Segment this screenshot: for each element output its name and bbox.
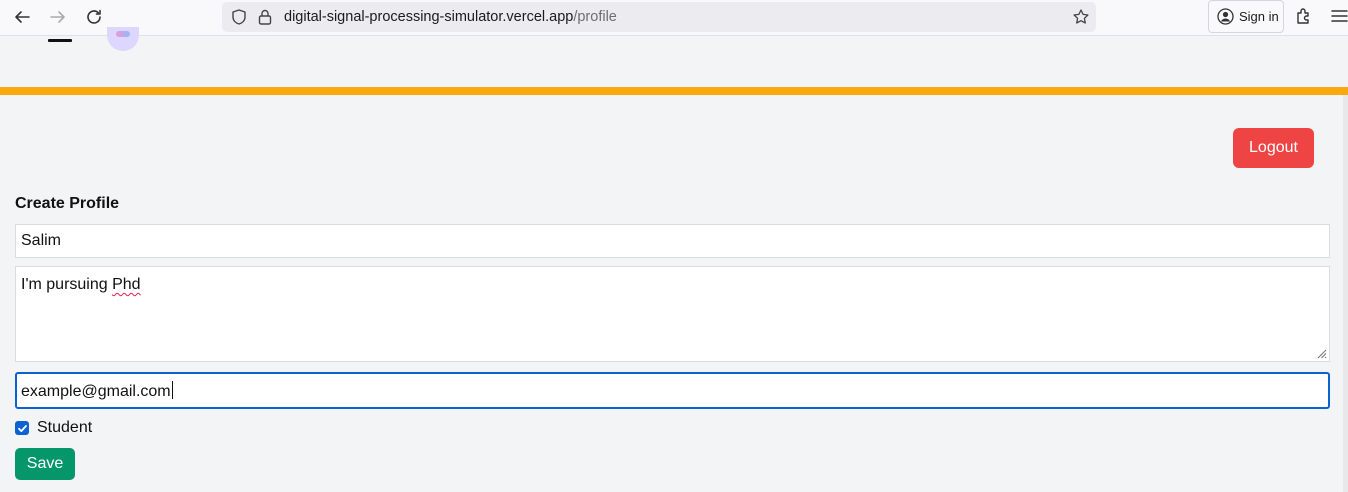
sign-in-label: Sign in xyxy=(1239,9,1279,24)
extensions-icon[interactable] xyxy=(1294,6,1314,26)
name-input[interactable]: Salim xyxy=(15,224,1330,258)
bio-textarea[interactable]: I'm pursuing Phd xyxy=(15,266,1330,362)
reload-icon xyxy=(87,9,101,24)
back-button[interactable] xyxy=(8,4,36,30)
resize-grip-icon[interactable] xyxy=(1315,347,1327,359)
back-icon xyxy=(15,11,30,23)
student-checkbox[interactable] xyxy=(15,421,29,435)
app-logo[interactable] xyxy=(107,27,139,51)
hamburger-menu-icon[interactable] xyxy=(48,39,72,43)
bio-text: I'm pursuing xyxy=(21,276,113,293)
student-option[interactable]: Student xyxy=(15,418,92,438)
forward-icon xyxy=(50,11,65,23)
url-path: /profile xyxy=(573,9,617,25)
reload-button[interactable] xyxy=(80,4,108,30)
browser-toolbar: digital-signal-processing-simulator.verc… xyxy=(0,0,1348,36)
bookmark-star-icon[interactable] xyxy=(1072,8,1090,26)
shield-icon[interactable] xyxy=(230,8,248,26)
logout-button[interactable]: Logout xyxy=(1233,128,1314,168)
site-header xyxy=(0,27,1348,87)
bio-misspelled-word: Phd xyxy=(112,276,141,293)
scrollbar-track[interactable] xyxy=(1343,95,1348,492)
menu-icon[interactable] xyxy=(1331,7,1348,25)
header-accent-bar xyxy=(0,87,1348,95)
email-value: example@gmail.com xyxy=(21,383,171,400)
email-field[interactable]: example@gmail.com xyxy=(15,372,1330,409)
url-host: digital-signal-processing-simulator.verc… xyxy=(284,9,574,25)
form-title: Create Profile xyxy=(15,195,120,212)
url-text: digital-signal-processing-simulator.verc… xyxy=(284,9,617,25)
account-icon xyxy=(1217,8,1234,25)
text-caret xyxy=(171,381,173,399)
forward-button[interactable] xyxy=(44,4,72,30)
checkmark-icon xyxy=(17,424,27,432)
student-label: Student xyxy=(37,419,93,436)
lock-icon[interactable] xyxy=(257,8,273,26)
sign-in-button[interactable]: Sign in xyxy=(1208,0,1284,33)
url-bar[interactable]: digital-signal-processing-simulator.verc… xyxy=(222,2,1096,32)
save-button[interactable]: Save xyxy=(15,448,75,480)
